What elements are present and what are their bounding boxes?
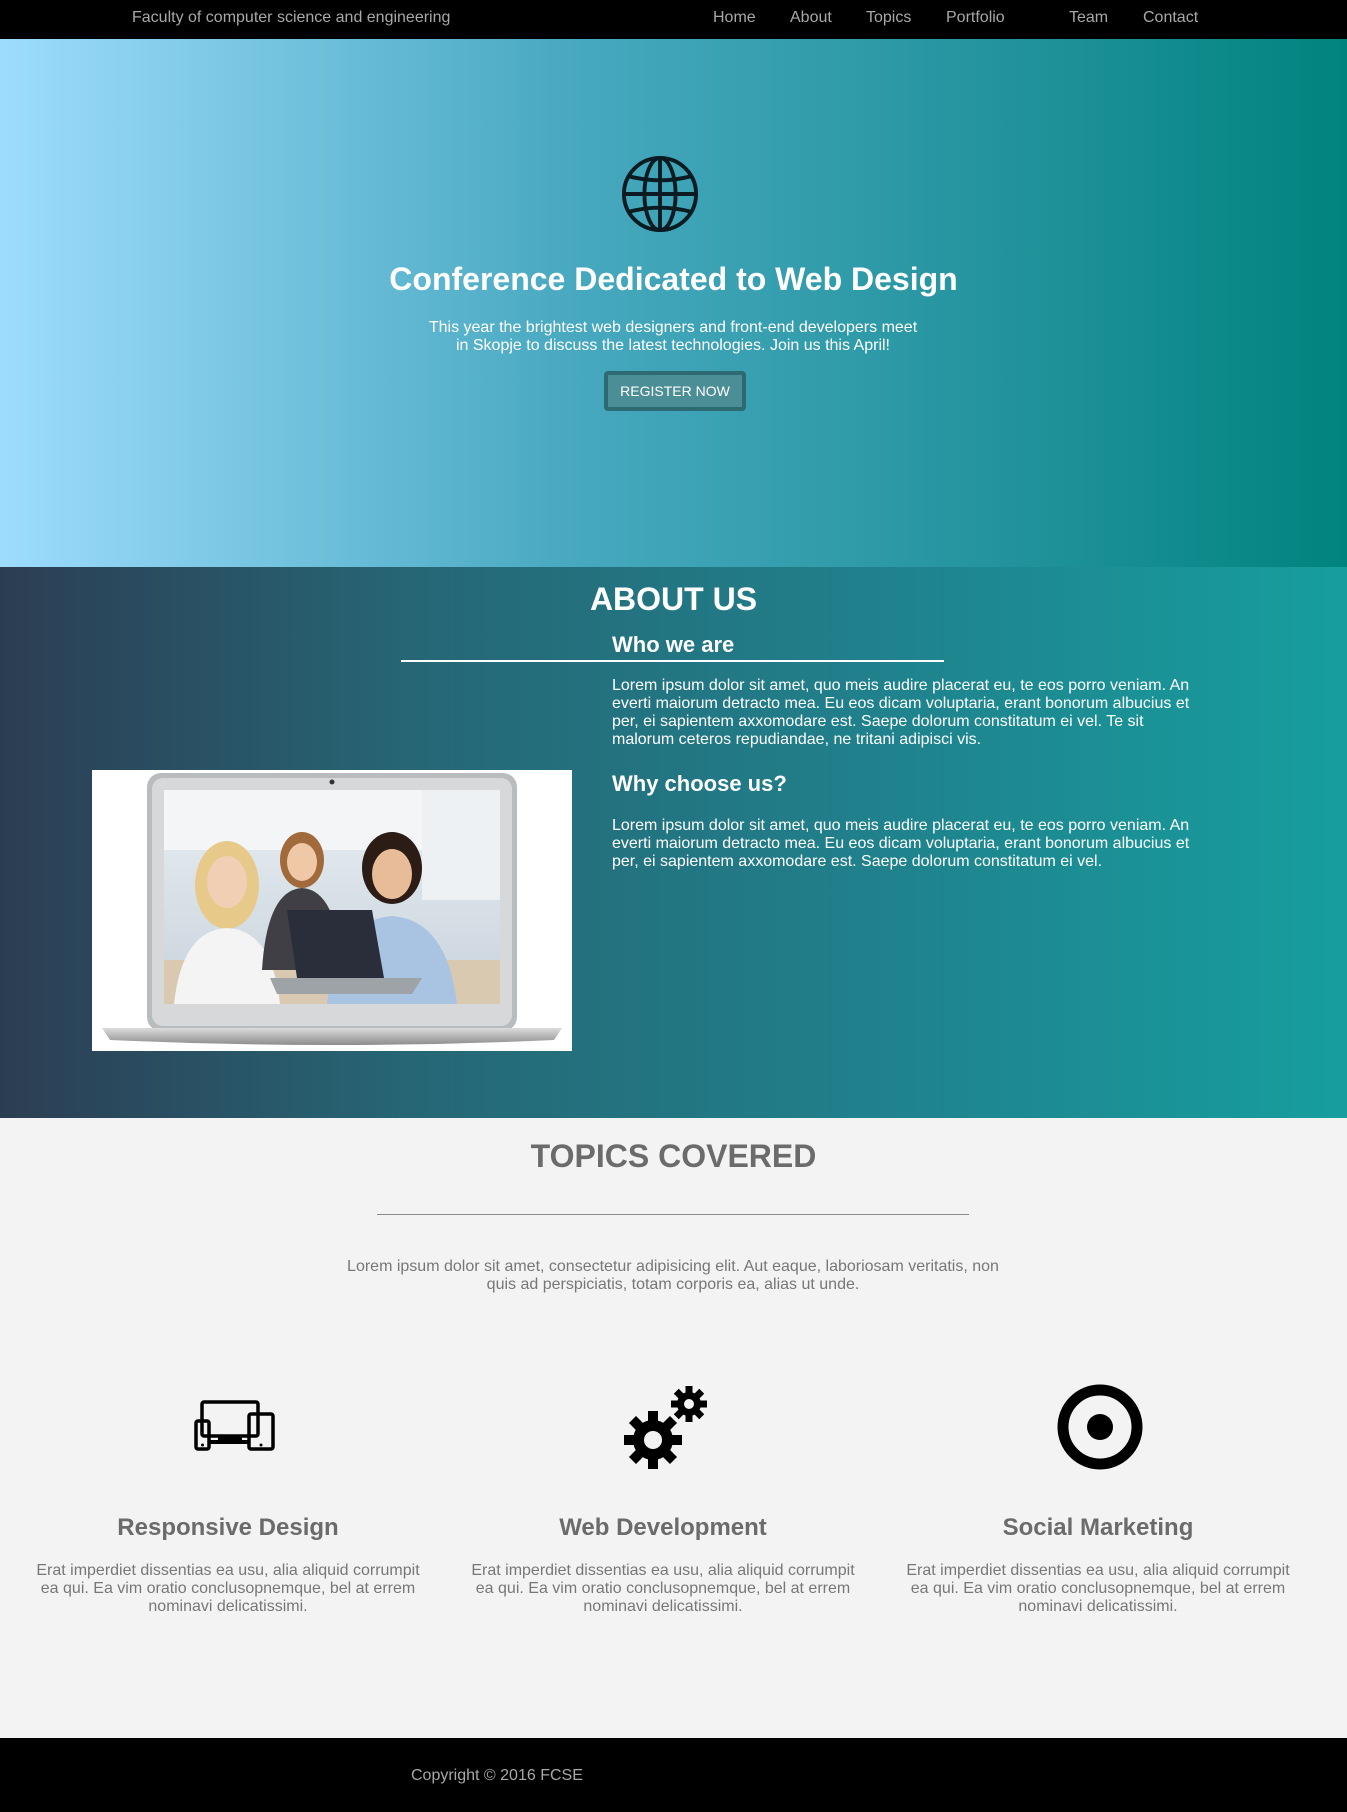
target-icon (1057, 1384, 1143, 1470)
topics-title: TOPICS COVERED (530, 1138, 817, 1174)
topic-text-web-development: Erat imperdiet dissentias ea usu, alia a… (471, 1562, 855, 1615)
topic-title-web-development: Web Development (559, 1514, 767, 1541)
hero-subtitle: This year the brightest web designers an… (428, 319, 918, 354)
topics-divider (377, 1214, 969, 1215)
nav-link-home[interactable]: Home (713, 9, 756, 27)
topics-section: TOPICS COVERED Lorem ipsum dolor sit ame… (0, 1118, 1347, 1738)
about-section: ABOUT US Who we are Lorem ipsum dolor si… (0, 567, 1347, 1118)
about-divider (401, 660, 944, 662)
about-title: ABOUT US (589, 581, 758, 617)
hero-section: Conference Dedicated to Web Design This … (0, 39, 1347, 567)
footer: Copyright © 2016 FCSE (0, 1738, 1347, 1812)
why-choose-us-heading: Why choose us? (612, 771, 787, 796)
who-we-are-text: Lorem ipsum dolor sit amet, quo meis aud… (612, 677, 1190, 748)
copyright-text: Copyright © 2016 FCSE (411, 1767, 583, 1784)
team-laptop-photo (92, 770, 572, 1051)
topic-text-responsive-design: Erat imperdiet dissentias ea usu, alia a… (36, 1562, 420, 1615)
topic-title-responsive-design: Responsive Design (117, 1514, 339, 1541)
topic-title-social-marketing: Social Marketing (1002, 1514, 1194, 1541)
globe-icon (621, 155, 699, 233)
devices-icon (194, 1400, 275, 1451)
nav-link-contact[interactable]: Contact (1143, 9, 1198, 27)
who-we-are-heading: Who we are (612, 632, 735, 657)
nav-link-team[interactable]: Team (1069, 9, 1108, 27)
why-choose-us-text: Lorem ipsum dolor sit amet, quo meis aud… (612, 817, 1190, 870)
nav-link-about[interactable]: About (790, 9, 832, 27)
nav-link-topics[interactable]: Topics (866, 9, 911, 27)
brand-link[interactable]: Faculty of computer science and engineer… (132, 9, 450, 27)
top-navbar: Faculty of computer science and engineer… (0, 0, 1347, 39)
register-now-button[interactable]: REGISTER NOW (604, 371, 746, 411)
hero-title: Conference Dedicated to Web Design (389, 261, 958, 297)
topic-text-social-marketing: Erat imperdiet dissentias ea usu, alia a… (906, 1562, 1290, 1615)
gears-icon (624, 1386, 707, 1469)
nav-link-portfolio[interactable]: Portfolio (946, 9, 1005, 27)
topics-intro: Lorem ipsum dolor sit amet, consectetur … (347, 1258, 999, 1293)
